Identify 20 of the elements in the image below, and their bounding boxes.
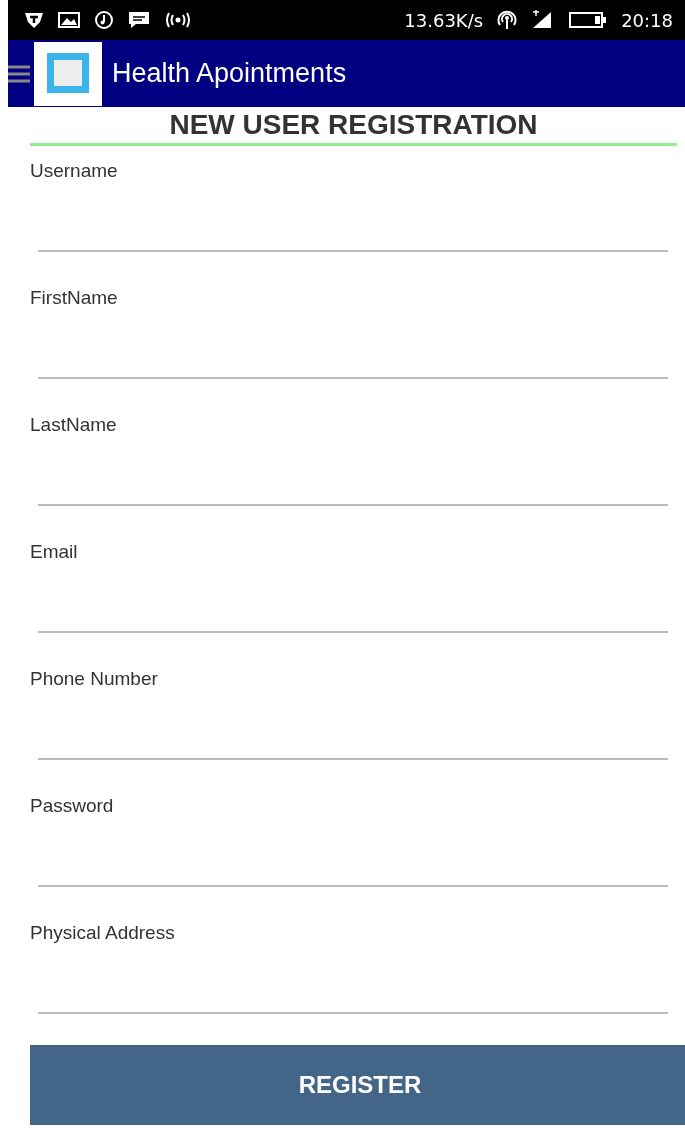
field-label: Physical Address (30, 922, 176, 944)
form-heading: NEW USER REGISTRATION (30, 107, 677, 146)
field-label: Phone Number (30, 668, 159, 690)
music-icon (94, 10, 114, 30)
shield-icon (24, 11, 44, 29)
message-icon (128, 11, 150, 29)
field-label: LastName (30, 414, 118, 436)
field-label: Username (30, 160, 119, 182)
hotspot-icon (497, 10, 518, 30)
app-title: Health Apointments (112, 58, 347, 89)
field-label: Email (30, 541, 79, 563)
field-label: FirstName (30, 287, 119, 309)
register-button[interactable]: REGISTER (30, 1045, 685, 1125)
field-label: Password (30, 795, 115, 817)
battery-icon (569, 11, 608, 29)
network-speed: 13.63K/s (404, 9, 484, 31)
broadcast-icon (164, 11, 192, 29)
clock-time: 20:18 (621, 9, 673, 31)
image-icon (58, 11, 80, 29)
square-logo-icon (34, 41, 102, 106)
